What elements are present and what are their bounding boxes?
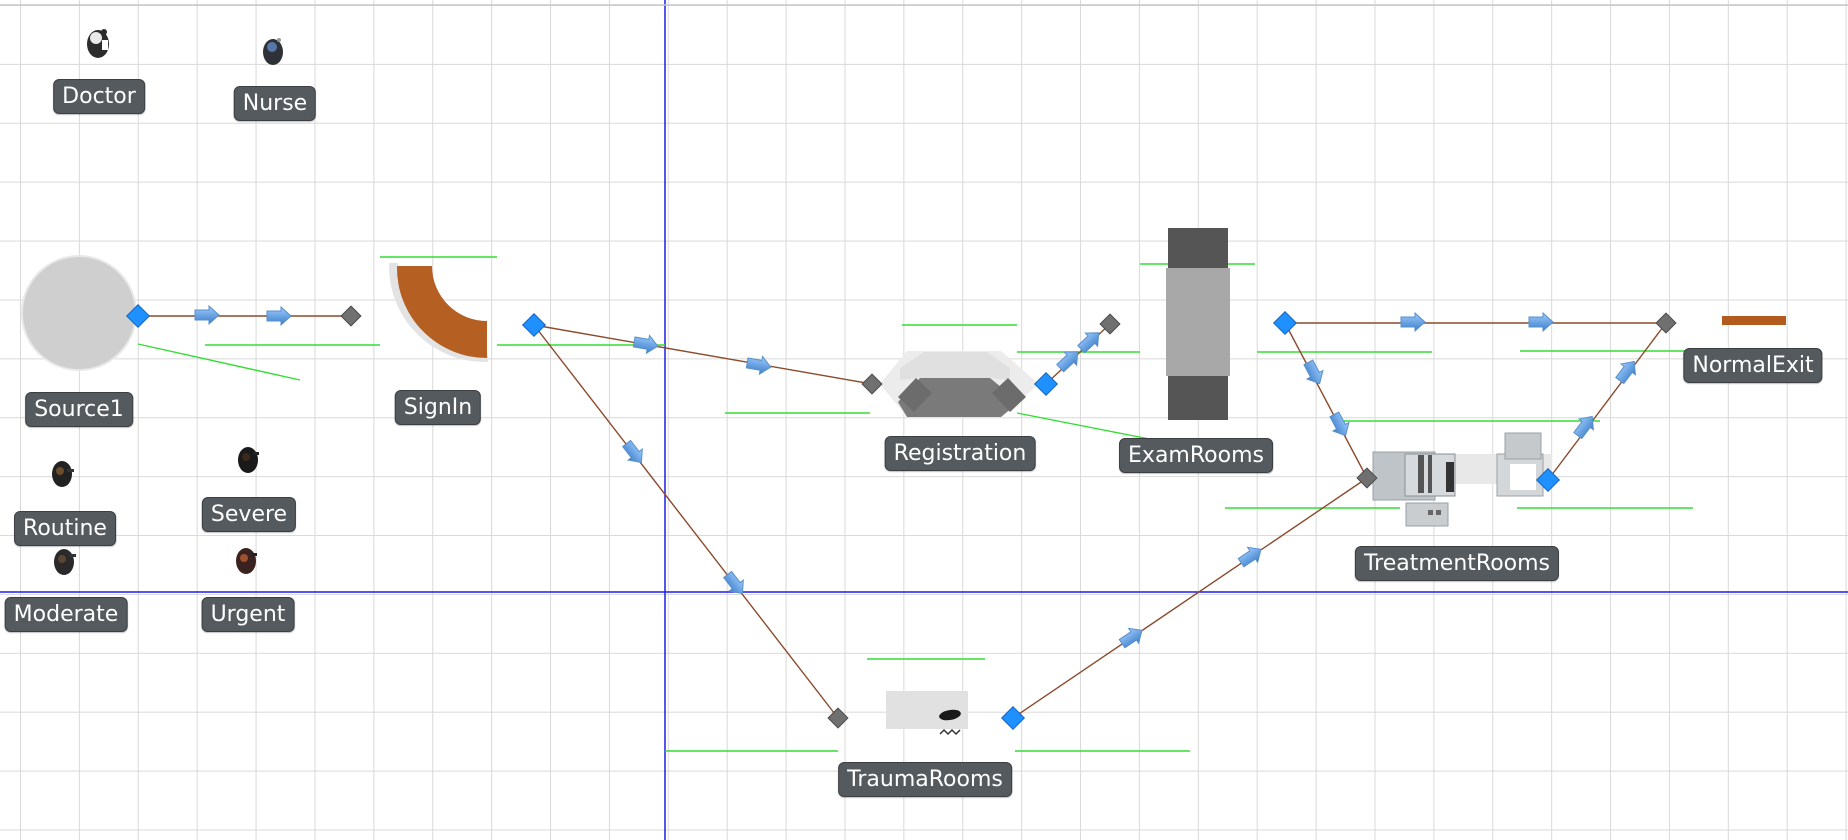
path-exam-treatment	[1284, 322, 1368, 479]
flow-arrow-icon	[632, 332, 660, 356]
flow-arrow-icon	[1053, 344, 1085, 376]
urgent-label[interactable]: Urgent	[201, 597, 295, 632]
source1-shape[interactable]	[21, 255, 137, 371]
traumarooms-label[interactable]: TraumaRooms	[838, 762, 1012, 797]
flow-arrow-icon	[1325, 409, 1355, 441]
path-treatment-exit	[1547, 322, 1667, 481]
flow-arrow-icon	[720, 568, 750, 600]
normalexit-input-node	[1655, 312, 1677, 334]
input-nodes[interactable]	[126, 304, 1560, 730]
flow-arrow-icon	[1400, 312, 1426, 332]
normalexit-shape[interactable]	[1722, 316, 1786, 325]
flow-arrow-icon	[1235, 541, 1267, 571]
normalexit-label[interactable]: NormalExit	[1683, 348, 1823, 383]
model-view	[0, 0, 1848, 840]
flow-arrow-icon	[194, 305, 220, 325]
registration-input-node	[861, 373, 883, 395]
path-signin-registration	[533, 324, 873, 385]
registration-shape[interactable]	[880, 351, 1039, 417]
routine-figure[interactable]	[52, 461, 74, 487]
examrooms-label[interactable]: ExamRooms	[1119, 438, 1273, 473]
traumarooms-output-node	[1001, 706, 1025, 730]
traumarooms-shape[interactable]	[886, 691, 968, 736]
source1-label[interactable]: Source1	[25, 392, 133, 427]
status-lines	[137, 256, 1693, 752]
urgent-figure[interactable]	[236, 548, 257, 574]
doctor-label[interactable]: Doctor	[53, 79, 145, 114]
signin-label[interactable]: SignIn	[394, 390, 482, 425]
registration-label[interactable]: Registration	[884, 436, 1036, 471]
nurse-label[interactable]: Nurse	[233, 86, 317, 121]
flow-arrow-icon	[745, 353, 773, 377]
path-trauma-treatment	[1012, 477, 1368, 719]
flow-arrow-icon	[1570, 410, 1600, 442]
treatmentrooms-shape[interactable]	[1372, 432, 1552, 527]
traumarooms-input-node	[827, 707, 849, 729]
severe-label[interactable]: Severe	[201, 497, 297, 532]
signin-output-node	[522, 313, 546, 337]
path-signin-trauma	[533, 324, 839, 719]
treatmentrooms-label[interactable]: TreatmentRooms	[1354, 546, 1560, 581]
flow-arrow-icon	[1299, 357, 1329, 389]
flow-arrow-icon	[266, 306, 292, 326]
examrooms-shape[interactable]	[1166, 228, 1230, 420]
routine-label[interactable]: Routine	[14, 511, 116, 546]
moderate-figure[interactable]	[54, 549, 76, 575]
flow-arrow-icon	[619, 437, 649, 469]
moderate-label[interactable]: Moderate	[4, 597, 128, 632]
flow-arrow-icon	[1528, 312, 1554, 332]
flow-arrow-icon	[1116, 622, 1148, 652]
doctor-figure[interactable]	[87, 29, 109, 58]
signin-shape[interactable]	[388, 263, 488, 363]
examrooms-output-node	[1273, 311, 1297, 335]
signin-input-node	[340, 305, 362, 327]
nurse-figure[interactable]	[263, 38, 283, 65]
severe-figure[interactable]	[238, 447, 259, 473]
